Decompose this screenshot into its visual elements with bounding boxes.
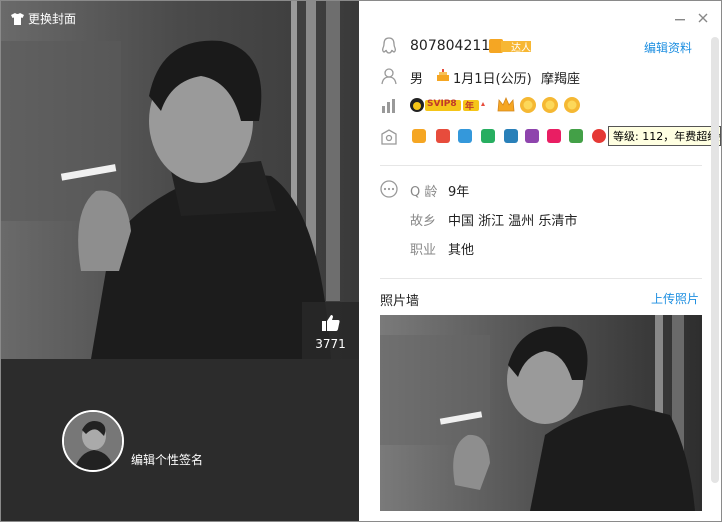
divider: [380, 165, 702, 166]
crown-icon[interactable]: [497, 96, 515, 114]
level-chart-icon: [382, 99, 395, 113]
zodiac-value: 摩羯座: [541, 72, 581, 87]
profile-window: 更换封面 3771 编辑个性签名 807804211 达人 编辑资料 男 1月1…: [0, 0, 722, 522]
more-icon: [380, 180, 398, 198]
like-button[interactable]: 3771: [302, 302, 359, 359]
sun-icon[interactable]: [541, 96, 559, 114]
edit-profile-link[interactable]: 编辑资料: [644, 39, 692, 56]
service-icons: [412, 127, 612, 147]
qage-label: Q 龄: [410, 185, 438, 200]
right-panel: 807804211 达人 编辑资料 男 1月1日(公历) 摩羯座 SVIP8 年…: [360, 1, 721, 521]
penguin-icon: [382, 37, 396, 54]
sun-icon[interactable]: [519, 96, 537, 114]
sun-icon[interactable]: [563, 96, 581, 114]
job-label: 职业: [410, 243, 437, 258]
left-panel: 更换封面 3771 编辑个性签名: [1, 1, 359, 521]
photo-image: [380, 315, 702, 511]
svip-badge[interactable]: SVIP8 年: [409, 97, 485, 117]
qq-number: 807804211: [410, 38, 491, 54]
job-value: 其他: [448, 243, 475, 258]
minimize-icon[interactable]: [673, 12, 687, 26]
expert-badge-label: 达人: [511, 43, 531, 54]
gender-value: 男: [410, 72, 424, 87]
svip-year: 年: [465, 102, 475, 112]
expert-badge[interactable]: 达人: [489, 38, 531, 58]
divider: [380, 278, 702, 279]
photo-wall-image[interactable]: [380, 315, 702, 511]
tshirt-icon: [11, 12, 24, 25]
cover-photo[interactable]: 更换封面 3771: [1, 1, 359, 359]
person-icon: [381, 68, 397, 85]
close-icon[interactable]: [696, 11, 710, 25]
like-count: 3771: [315, 337, 346, 351]
svip-label: SVIP8: [427, 99, 457, 109]
service-badges-icon[interactable]: [412, 127, 608, 147]
hometown-label: 故乡: [410, 214, 437, 229]
change-cover-label: 更换封面: [28, 12, 77, 26]
avatar[interactable]: [62, 410, 124, 472]
edit-signature-link[interactable]: 编辑个性签名: [131, 451, 203, 468]
change-cover-button[interactable]: 更换封面: [11, 10, 76, 27]
photo-wall-title: 照片墙: [380, 294, 420, 309]
qage-value: 9年: [448, 185, 470, 200]
thumbs-up-icon: [321, 315, 340, 331]
scrollbar[interactable]: [711, 37, 719, 483]
avatar-image: [64, 412, 122, 470]
level-tooltip: 等级: 112，年费超级会员: [608, 126, 721, 146]
services-icon: [381, 129, 397, 145]
cake-icon: [437, 69, 449, 81]
birthday-value: 1月1日(公历): [453, 72, 532, 87]
upload-photo-link[interactable]: 上传照片: [651, 290, 699, 307]
hometown-value: 中国 浙江 温州 乐清市: [448, 214, 578, 229]
